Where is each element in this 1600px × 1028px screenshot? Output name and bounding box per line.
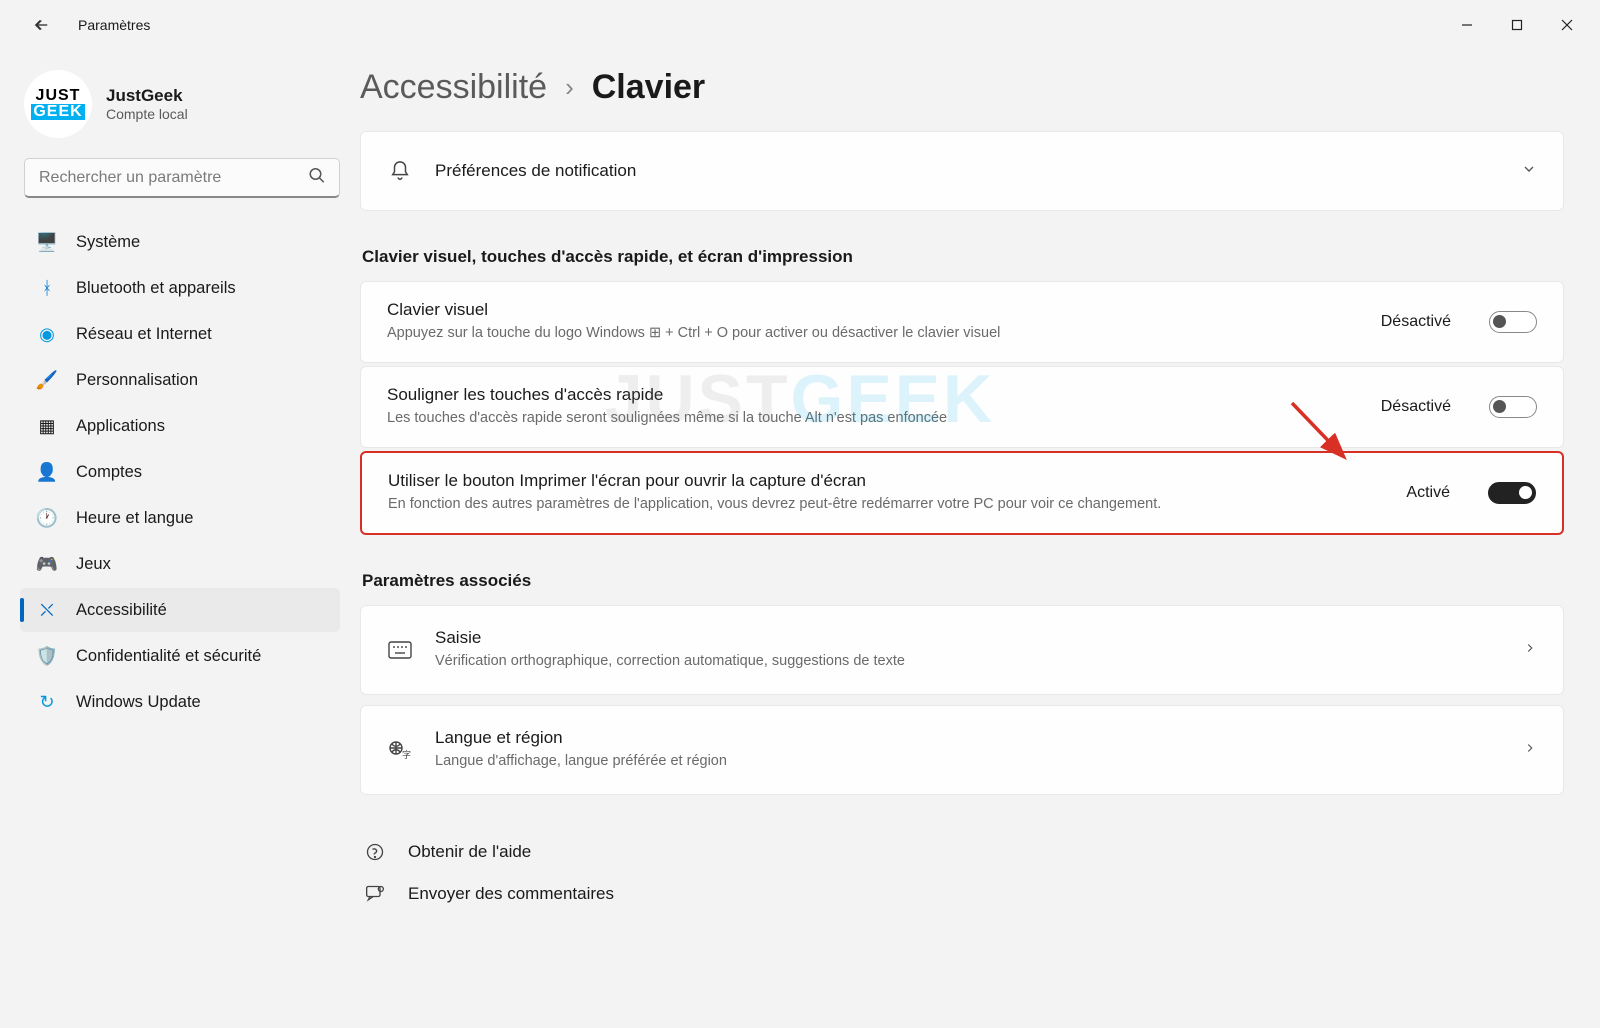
- section-title-related: Paramètres associés: [362, 571, 1564, 591]
- accessibility-icon: ⛌: [36, 599, 58, 621]
- section-title: Clavier visuel, touches d'accès rapide, …: [362, 247, 1564, 267]
- feedback-icon: [364, 883, 386, 905]
- related-card-typing[interactable]: Saisie Vérification orthographique, corr…: [360, 605, 1564, 695]
- app-title: Paramètres: [78, 17, 150, 33]
- back-button[interactable]: [20, 5, 60, 45]
- sidebar-item-system[interactable]: 🖥️Système: [20, 220, 340, 264]
- clock-icon: 🕐: [36, 507, 58, 529]
- sidebar-item-accounts[interactable]: 👤Comptes: [20, 450, 340, 494]
- toggle-underline-access-keys[interactable]: [1489, 396, 1537, 418]
- search-box: [24, 158, 340, 198]
- profile[interactable]: JUST GEEK JustGeek Compte local: [20, 62, 360, 158]
- profile-subtitle: Compte local: [106, 106, 188, 122]
- sidebar-item-bluetooth[interactable]: ᚼBluetooth et appareils: [20, 266, 340, 310]
- nav: 🖥️Système ᚼBluetooth et appareils ◉Résea…: [20, 220, 360, 724]
- sidebar: JUST GEEK JustGeek Compte local 🖥️Systèm…: [0, 50, 360, 1028]
- sidebar-item-network[interactable]: ◉Réseau et Internet: [20, 312, 340, 356]
- sidebar-item-gaming[interactable]: 🎮Jeux: [20, 542, 340, 586]
- monitor-icon: 🖥️: [36, 231, 58, 253]
- titlebar: Paramètres: [0, 0, 1600, 50]
- sidebar-item-privacy[interactable]: 🛡️Confidentialité et sécurité: [20, 634, 340, 678]
- breadcrumb-separator: ›: [565, 72, 574, 103]
- minimize-button[interactable]: [1442, 5, 1492, 45]
- main-content: Accessibilité › Clavier Préférences de n…: [360, 50, 1600, 1028]
- chevron-right-icon: [1523, 641, 1537, 660]
- brush-icon: 🖌️: [36, 369, 58, 391]
- sidebar-item-time-language[interactable]: 🕐Heure et langue: [20, 496, 340, 540]
- get-help-link[interactable]: Obtenir de l'aide: [360, 831, 1564, 873]
- keyboard-icon: [387, 641, 413, 659]
- bell-icon: [387, 160, 413, 182]
- sidebar-item-apps[interactable]: ▦Applications: [20, 404, 340, 448]
- chevron-right-icon: [1523, 741, 1537, 760]
- update-icon: ↻: [36, 691, 58, 713]
- toggle-card-print-screen: Utiliser le bouton Imprimer l'écran pour…: [360, 451, 1564, 535]
- feedback-link[interactable]: Envoyer des commentaires: [360, 873, 1564, 915]
- bluetooth-icon: ᚼ: [36, 277, 58, 299]
- maximize-button[interactable]: [1492, 5, 1542, 45]
- language-icon: 字: [387, 740, 413, 760]
- search-icon: [308, 167, 326, 190]
- chevron-down-icon: [1521, 161, 1537, 182]
- arrow-annotation-icon: [1286, 397, 1356, 467]
- sidebar-item-personalization[interactable]: 🖌️Personnalisation: [20, 358, 340, 402]
- shield-icon: 🛡️: [36, 645, 58, 667]
- sidebar-item-windows-update[interactable]: ↻Windows Update: [20, 680, 340, 724]
- breadcrumb-current: Clavier: [592, 68, 705, 107]
- search-input[interactable]: [24, 158, 340, 198]
- breadcrumb-parent[interactable]: Accessibilité: [360, 68, 547, 107]
- notification-preferences-card[interactable]: Préférences de notification: [360, 131, 1564, 211]
- close-button[interactable]: [1542, 5, 1592, 45]
- breadcrumb: Accessibilité › Clavier: [360, 68, 1564, 107]
- toggle-card-underline-access-keys: Souligner les touches d'accès rapide Les…: [360, 366, 1564, 448]
- svg-text:字: 字: [402, 749, 411, 760]
- card-title: Préférences de notification: [435, 161, 1499, 181]
- related-card-language-region[interactable]: 字 Langue et région Langue d'affichage, l…: [360, 705, 1564, 795]
- toggle-card-onscreen-keyboard: Clavier visuel Appuyez sur la touche du …: [360, 281, 1564, 363]
- toggle-onscreen-keyboard[interactable]: [1489, 311, 1537, 333]
- wifi-icon: ◉: [36, 323, 58, 345]
- help-icon: [364, 841, 386, 863]
- apps-icon: ▦: [36, 415, 58, 437]
- profile-name: JustGeek: [106, 86, 188, 106]
- avatar: JUST GEEK: [24, 70, 92, 138]
- sidebar-item-accessibility[interactable]: ⛌Accessibilité: [20, 588, 340, 632]
- toggle-print-screen[interactable]: [1488, 482, 1536, 504]
- gamepad-icon: 🎮: [36, 553, 58, 575]
- person-icon: 👤: [36, 461, 58, 483]
